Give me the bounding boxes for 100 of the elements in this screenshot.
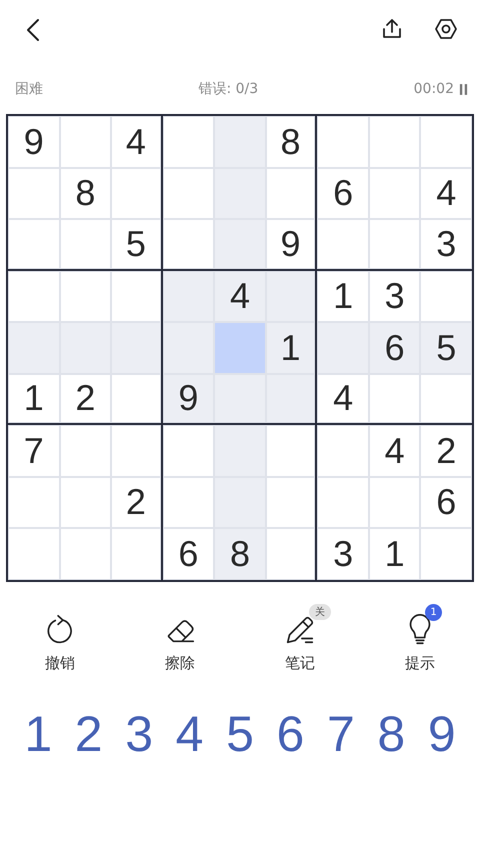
board-cell[interactable]: 4: [368, 425, 420, 476]
board-cell[interactable]: [162, 476, 214, 528]
board-cell[interactable]: 5: [420, 322, 472, 374]
number-key[interactable]: 1: [13, 704, 64, 762]
board-cell[interactable]: 8: [214, 528, 266, 580]
board-cell[interactable]: 2: [111, 476, 163, 528]
number-key[interactable]: 5: [214, 704, 266, 762]
board-cell[interactable]: [162, 168, 214, 219]
board-cell[interactable]: [162, 116, 214, 168]
board-cell[interactable]: 5: [111, 219, 163, 270]
board-cell[interactable]: [368, 374, 420, 425]
board-cell[interactable]: [8, 168, 60, 219]
board-cell[interactable]: [60, 270, 112, 322]
board-cell[interactable]: [111, 322, 163, 374]
board-cell[interactable]: [368, 219, 420, 270]
board-cell[interactable]: 9: [266, 219, 318, 270]
board-cell[interactable]: [60, 219, 112, 270]
board-cell[interactable]: 1: [266, 322, 318, 374]
board-cell[interactable]: [111, 374, 163, 425]
board-cell[interactable]: [8, 476, 60, 528]
settings-icon[interactable]: [434, 17, 458, 41]
board-cell[interactable]: 4: [317, 374, 369, 425]
board-cell[interactable]: [266, 168, 318, 219]
number-key[interactable]: 9: [416, 704, 467, 762]
board-cell[interactable]: 1: [8, 374, 60, 425]
board-cell[interactable]: 8: [266, 116, 318, 168]
board-cell[interactable]: [60, 322, 112, 374]
board-cell[interactable]: [214, 322, 266, 374]
board-cell[interactable]: [214, 219, 266, 270]
board-cell[interactable]: [266, 528, 318, 580]
board-cell[interactable]: [214, 116, 266, 168]
board-cell[interactable]: 9: [8, 116, 60, 168]
board-cell[interactable]: [317, 425, 369, 476]
board-cell[interactable]: 9: [162, 374, 214, 425]
board-cell[interactable]: [368, 116, 420, 168]
board-cell[interactable]: 4: [214, 270, 266, 322]
board-cell[interactable]: 6: [317, 168, 369, 219]
number-key[interactable]: 2: [63, 704, 114, 762]
board-cell[interactable]: [420, 374, 472, 425]
board-cell[interactable]: 3: [317, 528, 369, 580]
board-cell[interactable]: [8, 528, 60, 580]
board-cell[interactable]: 6: [368, 322, 420, 374]
board-cell[interactable]: [420, 116, 472, 168]
board-cell[interactable]: [214, 425, 266, 476]
board-cell[interactable]: [162, 425, 214, 476]
board-cell[interactable]: [368, 476, 420, 528]
board-cell[interactable]: [420, 270, 472, 322]
board-cell[interactable]: [317, 219, 369, 270]
board-cell[interactable]: 6: [162, 528, 214, 580]
board-cell[interactable]: [8, 322, 60, 374]
board-cell[interactable]: 2: [420, 425, 472, 476]
board-cell[interactable]: [266, 425, 318, 476]
board-cell[interactable]: [162, 322, 214, 374]
board-cell[interactable]: [368, 168, 420, 219]
number-key[interactable]: 3: [114, 704, 164, 762]
number-key[interactable]: 6: [265, 704, 316, 762]
board-cell[interactable]: [266, 374, 318, 425]
board-cell[interactable]: 2: [60, 374, 112, 425]
board-cell[interactable]: [266, 476, 318, 528]
tool-button[interactable]: 笔记: [285, 654, 315, 672]
back-icon[interactable]: [26, 18, 40, 42]
board-cell[interactable]: 3: [368, 270, 420, 322]
count-badge: 1: [425, 604, 442, 620]
board-cell[interactable]: 4: [111, 116, 163, 168]
board-cell[interactable]: 3: [420, 219, 472, 270]
board-cell[interactable]: [266, 270, 318, 322]
board-cell[interactable]: [111, 270, 163, 322]
share-icon[interactable]: [380, 17, 404, 41]
board-cell[interactable]: 1: [317, 270, 369, 322]
board-cell[interactable]: [162, 270, 214, 322]
difficulty-label: 困难: [15, 80, 43, 98]
board-cell[interactable]: [214, 374, 266, 425]
number-key[interactable]: 8: [366, 704, 416, 762]
board-cell[interactable]: [60, 476, 112, 528]
board-cell[interactable]: [214, 168, 266, 219]
board-cell[interactable]: [317, 322, 369, 374]
board-cell[interactable]: [60, 528, 112, 580]
board-cell[interactable]: [420, 528, 472, 580]
tool-button[interactable]: 提示: [405, 654, 435, 672]
board-cell[interactable]: 1: [368, 528, 420, 580]
number-key[interactable]: 7: [316, 704, 366, 762]
tool-button[interactable]: 擦除: [165, 654, 195, 672]
board-cell[interactable]: [317, 476, 369, 528]
board-cell[interactable]: [317, 116, 369, 168]
board-cell[interactable]: [8, 270, 60, 322]
board-cell[interactable]: [111, 528, 163, 580]
tool-button[interactable]: 撤销: [45, 654, 75, 672]
board-cell[interactable]: [60, 425, 112, 476]
board-cell[interactable]: [111, 425, 163, 476]
board-cell[interactable]: 6: [420, 476, 472, 528]
board-cell[interactable]: 8: [60, 168, 112, 219]
board-cell[interactable]: [8, 219, 60, 270]
board-cell[interactable]: [214, 476, 266, 528]
board-cell[interactable]: 4: [420, 168, 472, 219]
board-cell[interactable]: [162, 219, 214, 270]
number-key[interactable]: 4: [164, 704, 215, 762]
board-cell[interactable]: [60, 116, 112, 168]
board-cell[interactable]: 7: [8, 425, 60, 476]
pause-icon[interactable]: [459, 82, 468, 96]
board-cell[interactable]: [111, 168, 163, 219]
